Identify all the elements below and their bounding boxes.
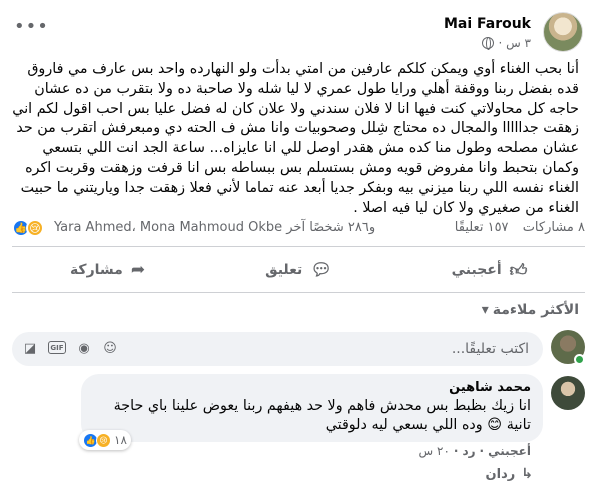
post-body: أنا بحب الغناء أوي ويمكن كلكم عارفين من … [12,61,579,216]
comment-composer: اكتب تعليقًا... ◪ GIF ◉ ☺ [12,330,585,366]
emoji-icon[interactable]: ☺ [102,340,118,356]
thumbs-up-icon: 👍︎ [509,260,528,281]
comment-input[interactable]: اكتب تعليقًا... ◪ GIF ◉ ☺ [12,332,543,366]
post-actions: 👍︎ أعجبني 💬︎ تعليق ➦ مشاركة [12,252,585,288]
camera-icon[interactable]: ◉ [76,340,92,356]
engagement-counts: ٨ مشاركات ١٥٧ تعليقًا [445,220,585,235]
share-button[interactable]: ➦ مشاركة [12,252,203,288]
comments-count[interactable]: ١٥٧ تعليقًا [455,220,509,235]
globe-icon [482,37,495,50]
comment-time[interactable]: ٢٠ س [419,444,450,458]
comment-actions: أعجبني · رد · ٢٠ س [418,444,531,458]
online-status-dot [574,354,585,365]
sad-reaction-icon: 😢 [96,432,111,448]
sort-label: الأكثر ملاءمة [492,302,579,318]
share-label: مشاركة [69,262,123,278]
comment-button[interactable]: 💬︎ تعليق [203,252,394,288]
comment-bubble: محمد شاهين انا زيك بظبط بس محدش فاهم ولا… [79,374,543,450]
chevron-down-icon: ▾ [481,302,489,318]
comment-sort-dropdown[interactable]: الأكثر ملاءمة ▾ [482,302,579,318]
comment-avatar[interactable] [551,376,585,410]
like-label: أعجبني [451,262,502,278]
share-icon: ➦ [130,260,146,280]
post-time[interactable]: ٣ س · [498,36,531,50]
reaction-icons[interactable]: 👍 😢 [12,219,44,237]
comment-like-button[interactable]: أعجبني [488,444,531,458]
sad-reaction-icon: 😢 [26,219,44,237]
like-button[interactable]: 👍︎ أعجبني [394,252,585,288]
reactors-text[interactable]: Yara Ahmed، Mona Mahmoud Okbe و٢٨٦ شخصًا… [54,220,375,235]
composer-tools: ◪ GIF ◉ ☺ [22,340,118,356]
comment-icon: 💬︎ [310,260,332,280]
reactions-bar: 👍 😢 Yara Ahmed، Mona Mahmoud Okbe و٢٨٦ ش… [12,218,585,240]
sticker-icon[interactable]: ◪ [22,340,38,356]
divider [12,292,585,293]
shares-count[interactable]: ٨ مشاركات [523,220,585,235]
comment-reaction-count: ١٨ [114,433,127,447]
post-meta: ٣ س · [482,36,531,50]
gif-icon[interactable]: GIF [48,341,66,354]
reply-arrow-icon: ↳ [521,466,533,482]
post-header: Mai Farouk ٣ س · ••• [14,8,583,52]
comment-author[interactable]: محمد شاهين [93,380,531,395]
author-avatar[interactable] [543,12,583,52]
more-icon[interactable]: ••• [14,16,49,37]
comment-placeholder: اكتب تعليقًا... [451,341,529,357]
replies-label: ردان [485,466,516,482]
comment-reply-button[interactable]: رد [462,444,475,458]
comment-text: انا زيك بظبط بس محدش فاهم ولا حد هيفهم ر… [113,398,531,433]
comment-label: تعليق [265,262,303,278]
author-name[interactable]: Mai Farouk [444,16,531,32]
comment-reactions[interactable]: 👍 😢 ١٨ [79,430,131,450]
view-replies-button[interactable]: ↳ ردان [486,466,533,482]
divider [12,246,585,247]
